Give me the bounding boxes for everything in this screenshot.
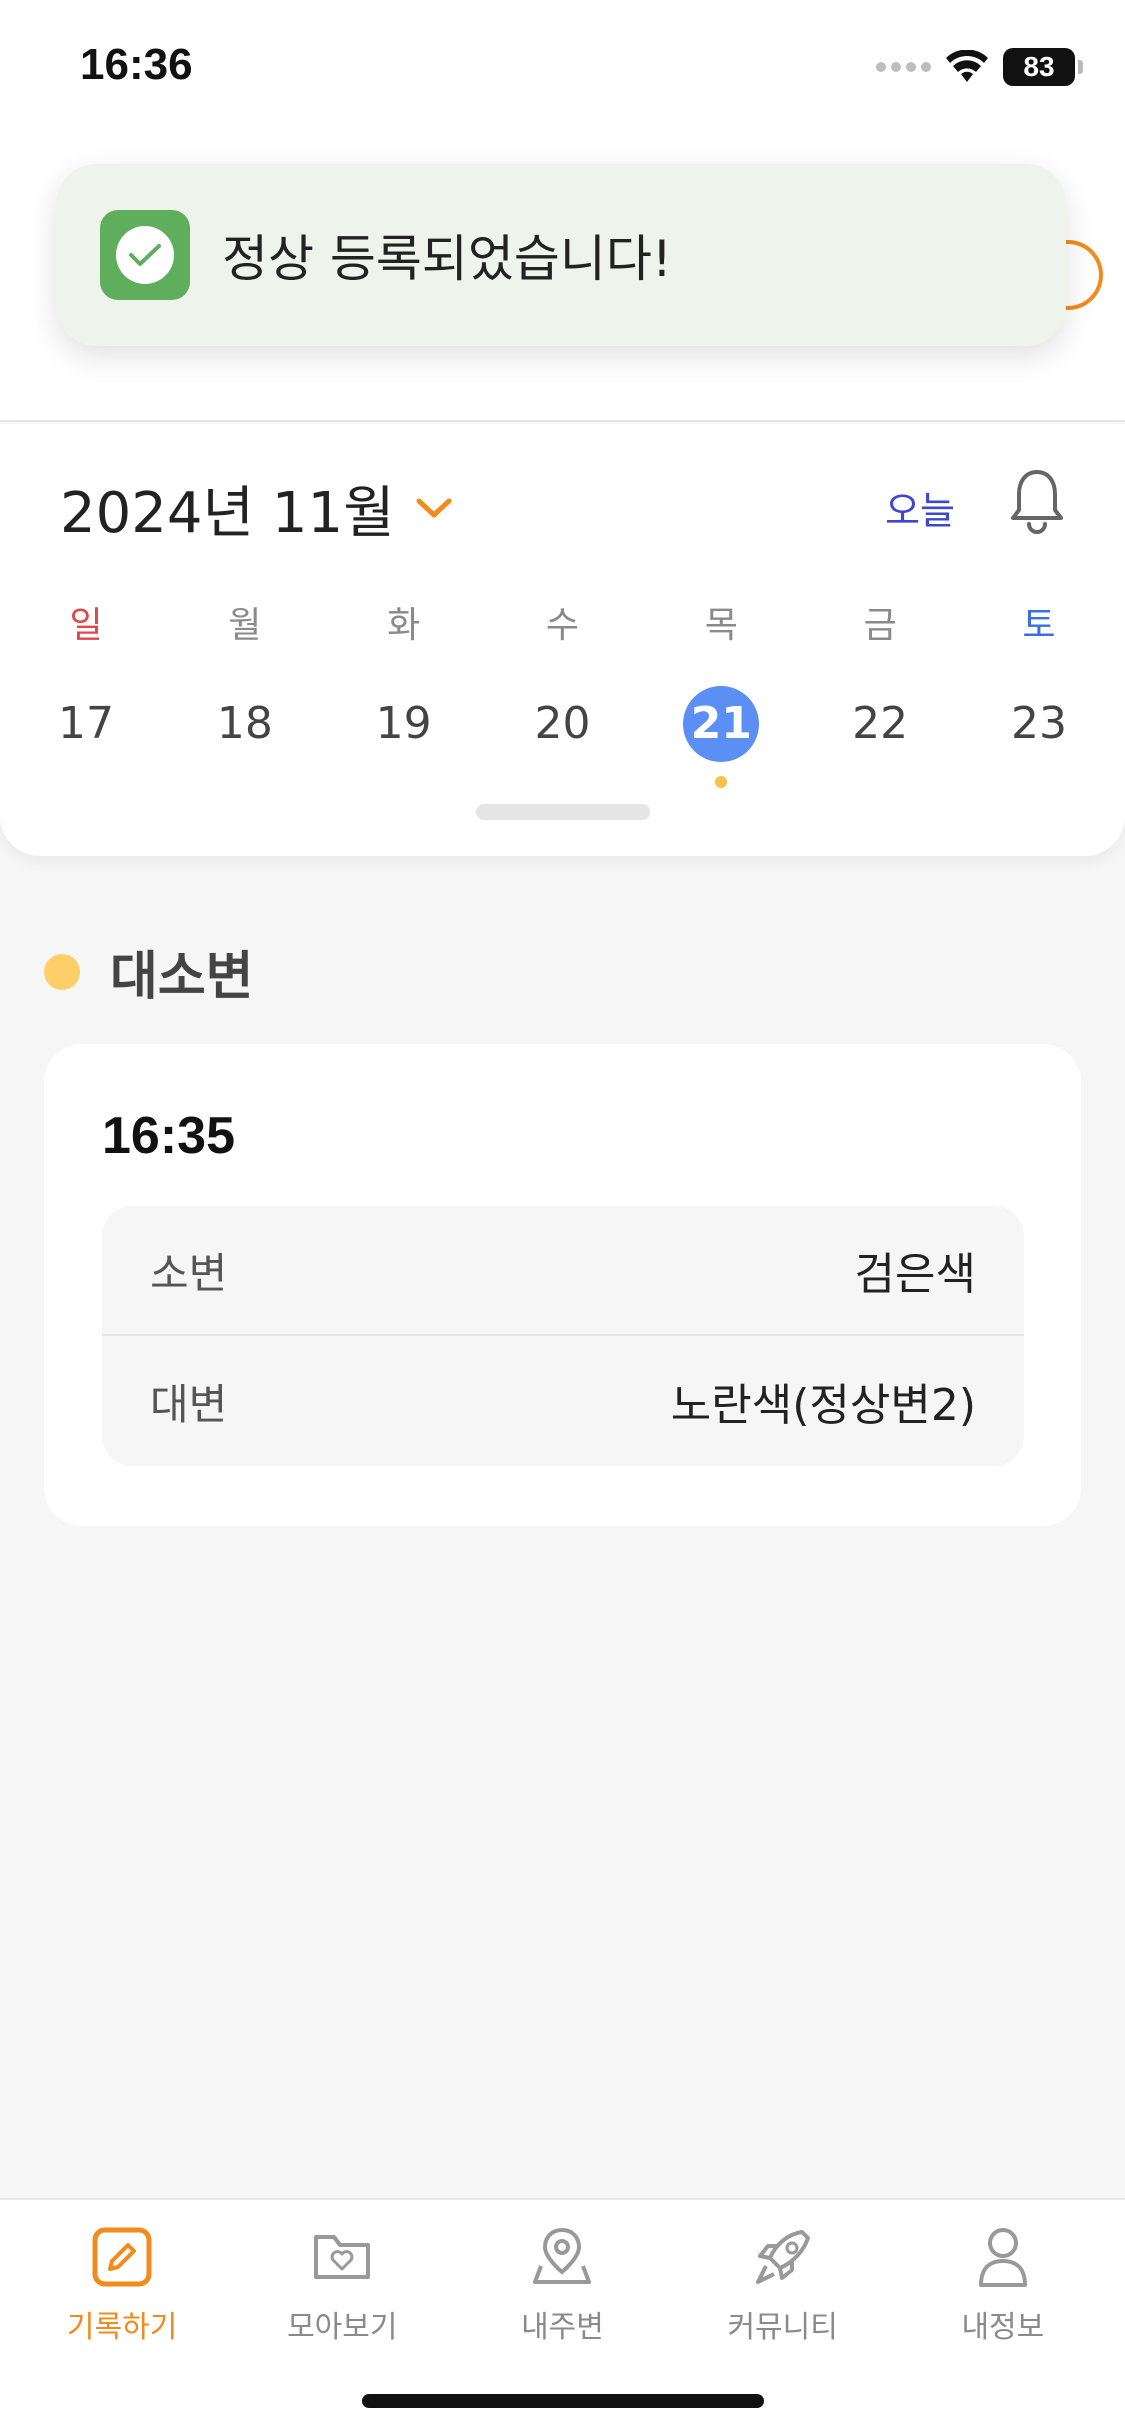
date-number: 18 (216, 698, 273, 749)
weekday-label: 수 (545, 605, 580, 646)
record-indicator-dot (715, 776, 728, 788)
nav-label: 모아보기 (287, 2310, 398, 2345)
record-time: 16:35 (102, 1107, 235, 1165)
weekday-label: 월 (228, 605, 262, 646)
home-indicator (362, 2394, 764, 2408)
chevron-down-icon (415, 497, 453, 521)
section-header: 대소변 (44, 934, 254, 1009)
nav-item-collection[interactable]: 모아보기 (242, 2222, 442, 2346)
location-pin-icon (527, 2222, 597, 2292)
date-cell-selected[interactable]: 21 (671, 686, 771, 788)
nav-item-nearby[interactable]: 내주변 (462, 2222, 662, 2346)
person-icon (968, 2222, 1038, 2292)
row-label: 대변 (150, 1379, 228, 1429)
date-cell[interactable]: 20 (512, 686, 612, 762)
record-details: 소변 검은색 대변 노란색(정상변2) (102, 1206, 1024, 1466)
date-number: 20 (534, 698, 591, 749)
section-title: 대소변 (110, 947, 254, 1007)
status-bar: 16:36 83 (0, 0, 1125, 140)
status-time: 16:36 (80, 40, 193, 89)
nav-label: 커뮤니티 (727, 2310, 838, 2345)
row-value: 노란색(정상변2) (670, 1380, 976, 1431)
check-icon (100, 210, 190, 300)
date-cell[interactable]: 17 (36, 686, 136, 762)
cellular-signal-icon (876, 62, 931, 72)
wifi-icon (946, 50, 988, 82)
nav-item-community[interactable]: 커뮤니티 (683, 2222, 883, 2346)
date-cell[interactable]: 22 (830, 686, 930, 762)
date-number: 19 (375, 698, 432, 749)
date-number: 21 (690, 698, 752, 749)
pencil-icon (87, 2222, 157, 2292)
month-label: 2024년 11월 (60, 481, 395, 546)
toast-message: 정상 등록되었습니다! (222, 230, 672, 288)
status-icons: 83 (876, 48, 1083, 86)
month-selector[interactable]: 2024년 11월 (60, 468, 453, 549)
weekday-label: 화 (387, 605, 421, 646)
nav-label: 내주변 (521, 2310, 604, 2345)
date-number: 23 (1010, 698, 1067, 749)
folder-heart-icon (307, 2222, 377, 2292)
weekday-label: 토 (1022, 605, 1056, 646)
weekday-label: 일 (69, 605, 103, 646)
weekday-label: 금 (863, 605, 897, 646)
date-row: 17 18 19 20 21 22 23 (36, 686, 1089, 788)
rocket-icon (748, 2222, 818, 2292)
calendar-card: 2024년 11월 오늘 일 월 화 수 목 금 토 17 18 19 20 2… (0, 424, 1125, 856)
date-cell[interactable]: 19 (354, 686, 454, 762)
success-toast: 정상 등록되었습니다! (56, 164, 1066, 346)
weekday-row: 일 월 화 수 목 금 토 (36, 596, 1089, 648)
date-number: 17 (58, 698, 114, 749)
record-card[interactable]: 16:35 소변 검은색 대변 노란색(정상변2) (44, 1044, 1081, 1526)
record-row: 소변 검은색 (102, 1206, 1024, 1336)
row-label: 소변 (150, 1248, 228, 1298)
nav-item-profile[interactable]: 내정보 (903, 2222, 1103, 2346)
battery-icon: 83 (1003, 48, 1083, 86)
bell-icon[interactable] (1009, 468, 1065, 538)
today-button[interactable]: 오늘 (885, 480, 955, 535)
weekday-label: 목 (704, 605, 738, 646)
record-row: 대변 노란색(정상변2) (102, 1336, 1024, 1466)
nav-label: 기록하기 (66, 2310, 178, 2345)
date-cell[interactable]: 18 (195, 686, 295, 762)
row-value: 검은색 (854, 1249, 976, 1300)
drag-handle[interactable] (476, 804, 650, 820)
category-dot (44, 953, 80, 990)
nav-item-record[interactable]: 기록하기 (22, 2222, 222, 2346)
date-cell[interactable]: 23 (989, 686, 1089, 762)
nav-label: 내정보 (961, 2310, 1045, 2345)
date-number: 22 (852, 698, 909, 749)
